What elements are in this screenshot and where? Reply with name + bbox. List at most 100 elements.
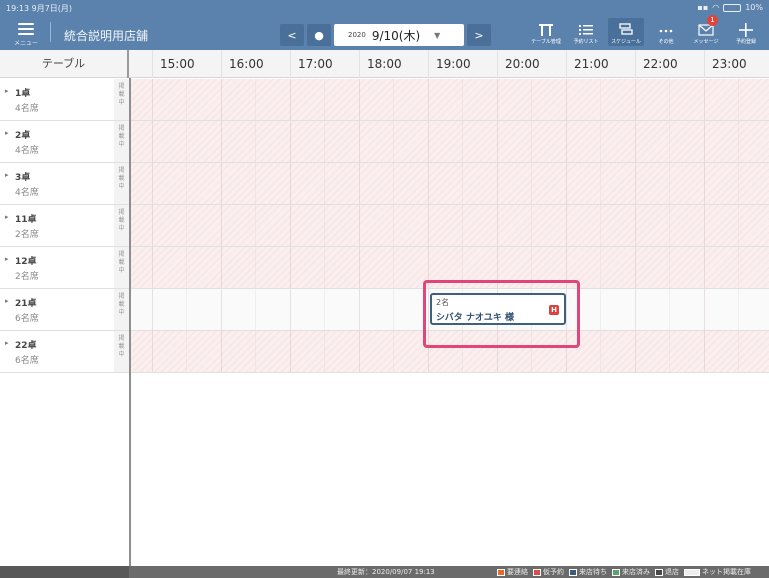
time-slots[interactable] bbox=[131, 121, 769, 162]
half-hour-gridline bbox=[186, 121, 187, 162]
row-label[interactable]: 2卓 4名席 bbox=[0, 121, 114, 162]
published-indicator: 掲載中 bbox=[114, 163, 129, 204]
hour-header: 16:00 bbox=[221, 50, 290, 78]
half-hour-gridline bbox=[186, 205, 187, 246]
message-badge: 1 bbox=[707, 15, 718, 26]
reservation-guest-name: シバタ ナオユキ 様 bbox=[436, 313, 514, 323]
hour-gridline bbox=[152, 331, 153, 372]
table-management-button[interactable]: テーブル管理 bbox=[528, 18, 564, 46]
published-indicator: 掲載中 bbox=[114, 289, 129, 330]
more-icon bbox=[659, 29, 673, 33]
half-hour-gridline bbox=[186, 79, 187, 120]
table-seats: 6名席 bbox=[15, 356, 39, 366]
half-hour-gridline bbox=[669, 205, 670, 246]
half-hour-gridline bbox=[393, 205, 394, 246]
prev-day-button[interactable]: < bbox=[280, 24, 304, 46]
table-seats: 4名席 bbox=[15, 146, 39, 156]
time-slots[interactable] bbox=[131, 163, 769, 204]
hour-gridline bbox=[221, 205, 222, 246]
hotpepper-icon: H bbox=[549, 305, 559, 315]
time-slots[interactable] bbox=[131, 205, 769, 246]
hour-gridline bbox=[221, 79, 222, 120]
table-row[interactable]: 3卓 4名席 掲載中 bbox=[0, 163, 769, 205]
half-hour-gridline bbox=[462, 205, 463, 246]
table-row[interactable]: 11卓 2名席 掲載中 bbox=[0, 205, 769, 247]
hour-gridline bbox=[359, 121, 360, 162]
tool-label: テーブル管理 bbox=[531, 39, 561, 45]
table-row[interactable]: 22卓 6名席 掲載中 bbox=[0, 331, 769, 373]
half-hour-gridline bbox=[600, 163, 601, 204]
schedule-column-header: テーブル 15:00 16:00 17:00 18:00 19:00 20:00… bbox=[0, 50, 769, 78]
hour-gridline bbox=[428, 205, 429, 246]
hour-gridline bbox=[566, 121, 567, 162]
hour-gridline bbox=[497, 79, 498, 120]
half-hour-gridline bbox=[324, 247, 325, 288]
reservation-card[interactable]: 2名 シバタ ナオユキ 様 H bbox=[430, 293, 566, 325]
menu-button[interactable]: メニュー bbox=[14, 20, 38, 47]
row-label[interactable]: 3卓 4名席 bbox=[0, 163, 114, 204]
half-hour-gridline bbox=[393, 289, 394, 330]
date-picker[interactable]: 2020 9/10(木) ▼ bbox=[334, 24, 464, 46]
row-label[interactable]: 22卓 6名席 bbox=[0, 331, 114, 372]
half-hour-gridline bbox=[600, 331, 601, 372]
hour-gridline bbox=[290, 289, 291, 330]
row-label[interactable]: 1卓 4名席 bbox=[0, 79, 114, 120]
hour-gridline bbox=[704, 163, 705, 204]
legend-swatch bbox=[533, 568, 541, 576]
half-hour-gridline bbox=[462, 121, 463, 162]
last-update: 最終更新：2020/09/07 19:13 bbox=[337, 568, 435, 576]
table-row[interactable]: 21卓 6名席 掲載中 bbox=[0, 289, 769, 331]
hour-gridline bbox=[704, 205, 705, 246]
half-hour-gridline bbox=[255, 205, 256, 246]
next-day-button[interactable]: > bbox=[467, 24, 491, 46]
table-row[interactable]: 2卓 4名席 掲載中 bbox=[0, 121, 769, 163]
half-hour-gridline bbox=[393, 121, 394, 162]
column-separator bbox=[129, 78, 131, 566]
table-name: 12卓 bbox=[5, 254, 36, 267]
legend-swatch bbox=[655, 568, 663, 576]
hour-gridline bbox=[635, 163, 636, 204]
date-main: 9/10(木) bbox=[371, 28, 421, 43]
add-reservation-button[interactable]: 予約登録 bbox=[728, 18, 764, 46]
hamburger-icon bbox=[14, 23, 38, 35]
published-indicator: 掲載中 bbox=[114, 331, 129, 372]
hour-gridline bbox=[359, 289, 360, 330]
hour-gridline bbox=[635, 331, 636, 372]
half-hour-gridline bbox=[324, 121, 325, 162]
today-button[interactable]: ● bbox=[307, 24, 331, 46]
reservation-list-button[interactable]: 予約リスト bbox=[568, 18, 604, 46]
hour-header: 21:00 bbox=[566, 50, 635, 78]
half-hour-gridline bbox=[186, 331, 187, 372]
row-label[interactable]: 12卓 2名席 bbox=[0, 247, 114, 288]
half-hour-gridline bbox=[324, 331, 325, 372]
half-hour-gridline bbox=[186, 289, 187, 330]
message-button[interactable]: 1 メッセージ bbox=[688, 15, 724, 46]
date-navigator: < ● 2020 9/10(木) ▼ > bbox=[280, 24, 491, 46]
store-name: 統合説明用店舗 bbox=[64, 29, 149, 43]
hour-gridline bbox=[635, 247, 636, 288]
half-hour-gridline bbox=[393, 163, 394, 204]
published-indicator: 掲載中 bbox=[114, 121, 129, 162]
legend-item: 来店待ち bbox=[569, 566, 607, 578]
hour-gridline bbox=[704, 121, 705, 162]
hour-header: 18:00 bbox=[359, 50, 428, 78]
half-hour-gridline bbox=[600, 247, 601, 288]
plus-icon bbox=[739, 23, 753, 37]
table-name: 1卓 bbox=[5, 86, 30, 99]
table-name: 21卓 bbox=[5, 296, 36, 309]
hour-gridline bbox=[152, 247, 153, 288]
more-button[interactable]: その他 bbox=[648, 18, 684, 46]
hour-gridline bbox=[428, 163, 429, 204]
hour-gridline bbox=[635, 289, 636, 330]
hour-header: 15:00 bbox=[152, 50, 221, 78]
row-label[interactable]: 21卓 6名席 bbox=[0, 289, 114, 330]
time-slots[interactable] bbox=[131, 79, 769, 120]
legend-item: 仮予約 bbox=[533, 566, 564, 578]
schedule-button[interactable]: スケジュール bbox=[608, 18, 644, 46]
table-row[interactable]: 12卓 2名席 掲載中 bbox=[0, 247, 769, 289]
row-label[interactable]: 11卓 2名席 bbox=[0, 205, 114, 246]
table-name: 11卓 bbox=[5, 212, 36, 225]
reservation-party-size: 2名 bbox=[436, 298, 450, 307]
table-row[interactable]: 1卓 4名席 掲載中 bbox=[0, 79, 769, 121]
table-icon bbox=[539, 24, 553, 36]
